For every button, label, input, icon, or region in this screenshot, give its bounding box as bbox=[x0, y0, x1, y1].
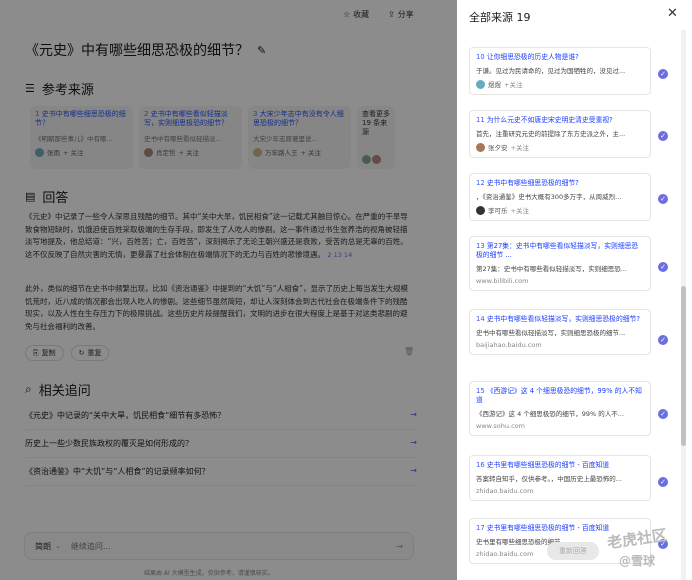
checkmark-icon[interactable]: ✓ bbox=[658, 194, 668, 204]
watermark-text: @雪球 bbox=[619, 554, 656, 568]
source-item[interactable]: 10 让你细思恐极的历史人物是谁? 于谦。见过为民请命的，见过为国牺牲的，没见过… bbox=[469, 47, 651, 95]
panel-title: 全部来源 19 bbox=[469, 11, 531, 24]
regenerate-answer-button[interactable]: 重新回答 bbox=[547, 542, 599, 560]
checkmark-icon[interactable]: ✓ bbox=[658, 335, 668, 345]
source-item[interactable]: 11 为什么元史不如唐史宋史明史清史受重视? 首先，注重研究元史的前提除了东方史… bbox=[469, 110, 651, 158]
source-item[interactable]: 13 第27集：史书中有哪些看似轻描淡写，实则细思恐极的细节 ... 第27集：… bbox=[469, 236, 651, 291]
panel-scrollbar[interactable] bbox=[681, 30, 686, 580]
modal-overlay[interactable] bbox=[0, 0, 457, 580]
scroll-thumb[interactable] bbox=[681, 286, 686, 446]
source-item[interactable]: 16 史书里有哪些细思恐极的细节 - 百度知道 答案转自知乎，仅供参考。，中国历… bbox=[469, 455, 651, 501]
source-item[interactable]: 12 史书中有哪些细思恐极的细节? ，《资治通鉴》史书大概有300多万字，从周威… bbox=[469, 173, 651, 221]
checkmark-icon[interactable]: ✓ bbox=[658, 262, 668, 272]
sources-panel: 全部来源 19 ✕ 10 让你细思恐极的历史人物是谁? 于谦。见过为民请命的，见… bbox=[457, 0, 692, 580]
checkmark-icon[interactable]: ✓ bbox=[658, 409, 668, 419]
source-item[interactable]: 15 《西游记》这 4 个细思极恐的细节，99% 的人不知道 《西游记》这 4 … bbox=[469, 381, 651, 436]
avatar bbox=[476, 205, 485, 215]
close-icon[interactable]: ✕ bbox=[667, 6, 678, 21]
avatar bbox=[476, 79, 485, 89]
checkmark-icon[interactable]: ✓ bbox=[658, 131, 668, 141]
checkmark-icon[interactable]: ✓ bbox=[658, 477, 668, 487]
avatar bbox=[476, 142, 485, 152]
source-item[interactable]: 14 史书中有哪些看似轻描淡写，实则细思恐极的细节? 史书中有哪些看似轻描淡写，… bbox=[469, 309, 651, 355]
checkmark-icon[interactable]: ✓ bbox=[658, 69, 668, 79]
